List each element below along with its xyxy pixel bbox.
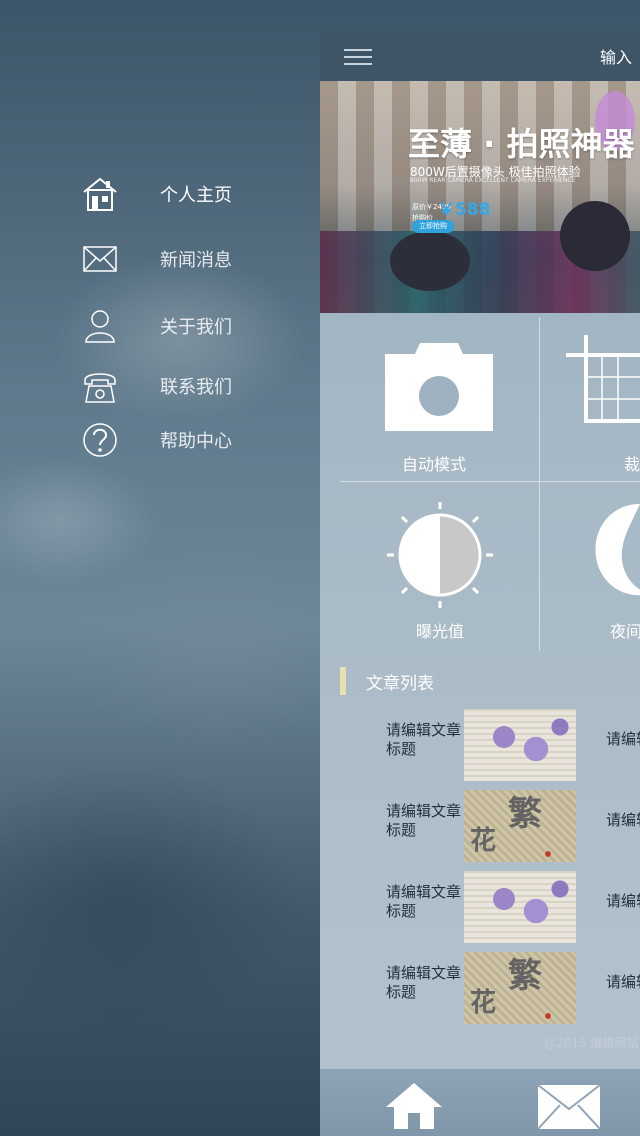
article-item[interactable]: 请编辑文章标题 繁 花 请编辑: [320, 952, 640, 1026]
article-thumbnail: 繁 花: [464, 790, 576, 862]
article-item[interactable]: 请编辑文章标题 繁 花 请编辑: [320, 790, 640, 864]
article-thumbnail: 繁 花: [464, 952, 576, 1024]
section-marker: [340, 667, 346, 695]
banner-person-decoration: [560, 201, 630, 271]
hamburger-icon[interactable]: [344, 44, 372, 70]
telephone-icon: [80, 366, 120, 406]
function-label: 裁: [624, 455, 640, 474]
menu-item-label: 个人主页: [160, 185, 232, 206]
article-section-header: 文章列表: [340, 666, 434, 696]
menu-item-label: 关于我们: [160, 317, 232, 338]
article-title: 请编辑文章标题: [386, 721, 462, 758]
function-night[interactable]: 夜间: [540, 482, 640, 650]
article-thumbnail: [464, 709, 576, 781]
calligraphy-art: 花: [470, 826, 497, 856]
function-auto-mode[interactable]: 自动模式: [320, 313, 539, 481]
copyright-text: @2015 编辑网站: [544, 1036, 639, 1050]
main-panel: 至薄 · 拍照神器 800W后置摄像头 极佳拍照体验 800W REAR CAM…: [320, 32, 640, 1136]
home-icon[interactable]: [384, 1079, 444, 1133]
section-title: 文章列表: [366, 673, 434, 694]
camera-icon: [320, 313, 539, 457]
envelope-icon[interactable]: [536, 1079, 602, 1133]
function-label: 自动模式: [402, 455, 467, 474]
banner-subtitle-en: 800W REAR CAMERA EXCELLENT CAMERA EXPERI…: [410, 177, 576, 184]
article-title: 请编辑文章标题: [386, 964, 462, 1001]
function-label: 夜间: [610, 622, 640, 641]
crop-grid-icon: [540, 313, 640, 457]
bottom-tab-bar: [320, 1069, 640, 1136]
menu-item-label: 帮助中心: [160, 431, 232, 452]
menu-item-contact[interactable]: 联系我们: [80, 364, 300, 408]
menu-item-about[interactable]: 关于我们: [80, 304, 300, 348]
article-item[interactable]: 请编辑文章标题 请编辑: [320, 871, 640, 945]
article-title: 请编辑: [606, 973, 640, 991]
function-crop[interactable]: 裁: [540, 313, 640, 481]
home-icon: [80, 174, 120, 214]
exposure-icon: [320, 482, 539, 626]
side-menu: 个人主页 新闻消息 关于我们 联系我们 帮助中心: [0, 0, 320, 1136]
banner-price: ￥588: [438, 200, 491, 220]
buy-now-button[interactable]: 立即抢购: [412, 220, 454, 233]
top-bar: [320, 32, 640, 81]
article-title: 请编辑: [606, 730, 640, 748]
menu-item-home[interactable]: 个人主页: [80, 172, 300, 216]
menu-item-news[interactable]: 新闻消息: [80, 237, 300, 281]
article-title: 请编辑文章标题: [386, 883, 462, 920]
menu-item-help[interactable]: 帮助中心: [80, 418, 300, 462]
banner-title: 至薄 · 拍照神器: [408, 125, 635, 163]
user-icon: [80, 306, 120, 346]
calligraphy-art: 繁: [508, 794, 542, 834]
article-title: 请编辑: [606, 892, 640, 910]
article-item[interactable]: 请编辑文章标题 请编辑: [320, 709, 640, 783]
search-input[interactable]: [600, 44, 640, 70]
function-exposure[interactable]: 曝光值: [320, 482, 539, 650]
article-thumbnail: [464, 871, 576, 943]
moon-icon: [540, 482, 640, 626]
menu-item-label: 新闻消息: [160, 250, 232, 271]
banner-person-decoration: [390, 231, 470, 291]
menu-item-label: 联系我们: [160, 377, 232, 398]
article-title: 请编辑文章标题: [386, 802, 462, 839]
article-title: 请编辑: [606, 811, 640, 829]
calligraphy-art: 繁: [508, 956, 542, 996]
promo-banner[interactable]: 至薄 · 拍照神器 800W后置摄像头 极佳拍照体验 800W REAR CAM…: [320, 81, 640, 313]
help-icon: [80, 420, 120, 460]
envelope-icon: [80, 239, 120, 279]
function-label: 曝光值: [416, 622, 465, 641]
calligraphy-art: 花: [470, 988, 497, 1018]
function-grid: 自动模式 裁 曝光值 夜间: [320, 313, 640, 653]
